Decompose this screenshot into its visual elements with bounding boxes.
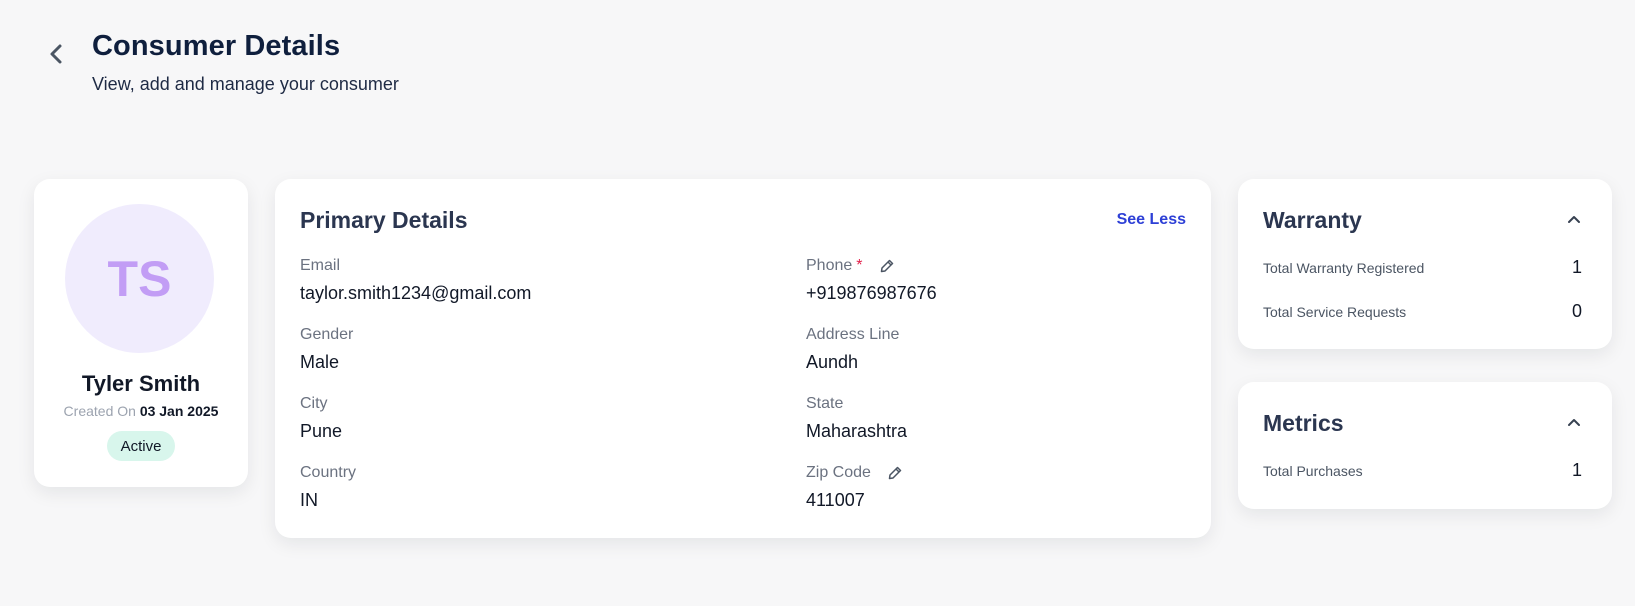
- phone-value: +919876987676: [806, 283, 937, 303]
- country-value: IN: [300, 490, 318, 510]
- address-value: Aundh: [806, 352, 859, 372]
- city-label: City: [300, 395, 328, 412]
- stat-row: Total Service Requests 0: [1263, 301, 1582, 322]
- gender-label: Gender: [300, 326, 354, 343]
- stat-row: Total Purchases 1: [1263, 460, 1582, 481]
- zip-label: Zip Code: [806, 464, 871, 481]
- created-on-label: Created On: [63, 403, 136, 419]
- phone-field: Phone * +919876987676: [806, 257, 937, 304]
- pencil-icon[interactable]: [879, 258, 895, 274]
- stat-label: Total Service Requests: [1263, 303, 1407, 320]
- warranty-collapse-button[interactable]: [1564, 209, 1584, 229]
- status-badge: Active: [107, 431, 175, 461]
- stat-label: Total Purchases: [1263, 462, 1363, 479]
- profile-card: TS Tyler Smith Created On 03 Jan 2025 Ac…: [34, 179, 248, 487]
- stat-row: Total Warranty Registered 1: [1263, 257, 1582, 278]
- email-value: taylor.smith1234@gmail.com: [300, 283, 532, 303]
- email-field: Email taylor.smith1234@gmail.com: [300, 257, 531, 304]
- state-field: State Maharashtra: [806, 395, 907, 442]
- country-field: Country IN: [300, 464, 356, 511]
- created-on-date: 03 Jan 2025: [139, 403, 219, 419]
- city-value: Pune: [300, 421, 343, 441]
- phone-label: Phone: [806, 257, 853, 274]
- primary-details-title: Primary Details: [300, 207, 468, 233]
- stat-value: 1: [1571, 460, 1582, 480]
- metrics-title: Metrics: [1263, 410, 1344, 436]
- avatar: TS: [65, 204, 214, 353]
- chevron-up-icon[interactable]: [1567, 214, 1581, 224]
- state-label: State: [806, 395, 844, 412]
- created-on-row: Created On 03 Jan 2025: [34, 403, 248, 419]
- consumer-name: Tyler Smith: [81, 371, 201, 396]
- primary-details-card: Primary Details See Less Email taylor.sm…: [275, 179, 1211, 538]
- stat-label: Total Warranty Registered: [1263, 259, 1425, 276]
- email-label: Email: [300, 257, 341, 274]
- country-label: Country: [300, 464, 357, 481]
- warranty-card: Warranty Total Warranty Registered 1 Tot…: [1238, 179, 1612, 349]
- city-field: City Pune: [300, 395, 342, 442]
- page-subtitle: View, add and manage your consumer: [92, 74, 399, 94]
- stat-value: 1: [1571, 257, 1582, 277]
- address-field: Address Line Aundh: [806, 326, 899, 373]
- zip-value: 411007: [806, 490, 865, 510]
- metrics-card: Metrics Total Purchases 1: [1238, 382, 1612, 509]
- warranty-title: Warranty: [1263, 207, 1362, 233]
- stat-value: 0: [1571, 301, 1582, 321]
- page-header: Consumer Details View, add and manage yo…: [0, 0, 1635, 120]
- chevron-left-icon[interactable]: [48, 42, 64, 66]
- zip-label-row: Zip Code: [806, 464, 903, 482]
- gender-field: Gender Male: [300, 326, 353, 373]
- zip-field: Zip Code 411007: [806, 464, 903, 511]
- phone-label-row: Phone *: [806, 257, 937, 275]
- required-asterisk: *: [856, 257, 863, 274]
- back-button[interactable]: [40, 38, 72, 70]
- metrics-collapse-button[interactable]: [1564, 412, 1584, 432]
- chevron-up-icon[interactable]: [1567, 417, 1581, 427]
- gender-value: Male: [300, 352, 340, 372]
- page-title: Consumer Details: [92, 30, 341, 62]
- state-value: Maharashtra: [806, 421, 908, 441]
- see-less-link[interactable]: See Less: [1117, 211, 1186, 229]
- address-label: Address Line: [806, 326, 900, 343]
- pencil-icon[interactable]: [887, 465, 903, 481]
